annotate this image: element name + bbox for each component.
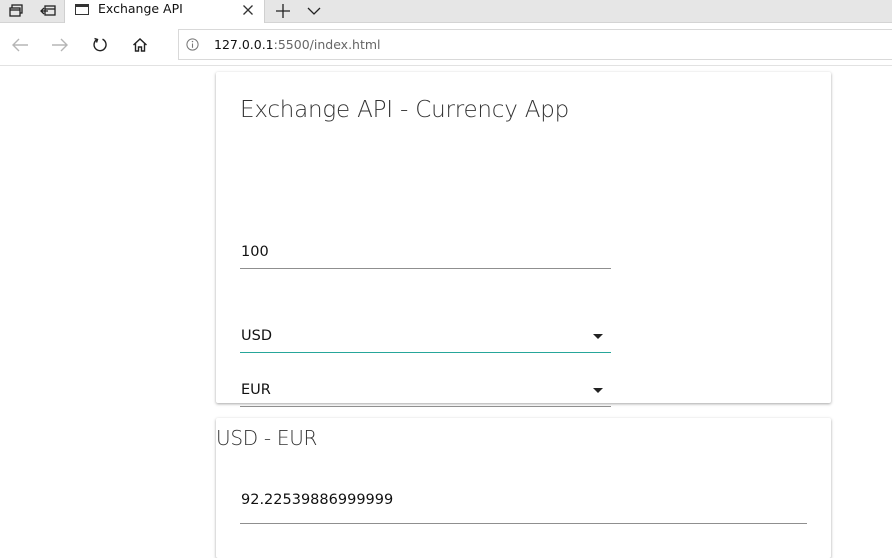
tab-strip: Exchange API	[0, 0, 892, 23]
tabs-aside-icon	[40, 5, 56, 16]
result-value: 92.22539886999999	[241, 492, 394, 508]
caret-down-icon	[593, 388, 603, 393]
page-title: Exchange API - Currency App	[240, 97, 570, 123]
arrow-left-icon	[12, 38, 28, 52]
home-icon	[133, 38, 147, 52]
forward-button[interactable]	[47, 33, 73, 57]
chevron-down-icon	[307, 7, 321, 15]
url-host: 127.0.0.1	[214, 37, 274, 52]
result-title: USD - EUR	[216, 426, 318, 450]
converter-card: Exchange API - Currency App 100 USD EUR	[216, 72, 831, 407]
url-text[interactable]: 127.0.0.1:5500/index.html	[214, 37, 381, 53]
tabs-aside-button[interactable]	[32, 0, 64, 22]
navigation-bar: 127.0.0.1:5500/index.html	[0, 23, 892, 66]
result-output[interactable]: 92.22539886999999	[240, 483, 807, 524]
amount-input[interactable]: 100	[240, 233, 611, 269]
refresh-icon	[93, 37, 107, 52]
close-icon[interactable]	[240, 2, 256, 18]
tab-preview-icon	[9, 4, 23, 17]
address-bar[interactable]: 127.0.0.1:5500/index.html	[178, 29, 892, 60]
to-currency-value: EUR	[241, 382, 271, 398]
arrow-right-icon	[52, 38, 68, 52]
back-button[interactable]	[7, 33, 33, 57]
refresh-button[interactable]	[87, 33, 113, 57]
home-button[interactable]	[127, 33, 153, 57]
to-currency-select[interactable]: EUR	[240, 371, 611, 407]
tab-list-button[interactable]	[302, 0, 326, 22]
info-icon[interactable]	[186, 38, 199, 51]
from-currency-value: USD	[241, 328, 272, 344]
amount-value: 100	[241, 244, 269, 260]
from-currency-select[interactable]: USD	[240, 317, 611, 353]
tab-title: Exchange API	[98, 1, 183, 16]
plus-icon	[276, 4, 290, 18]
new-tab-button[interactable]	[271, 0, 295, 22]
page-icon	[75, 4, 89, 15]
caret-down-icon	[593, 334, 603, 339]
result-card: USD - EUR 92.22539886999999	[216, 418, 831, 558]
tab-exchange-api[interactable]: Exchange API	[64, 0, 265, 23]
url-path: :5500/index.html	[273, 37, 381, 52]
tab-preview-button[interactable]	[0, 0, 32, 22]
